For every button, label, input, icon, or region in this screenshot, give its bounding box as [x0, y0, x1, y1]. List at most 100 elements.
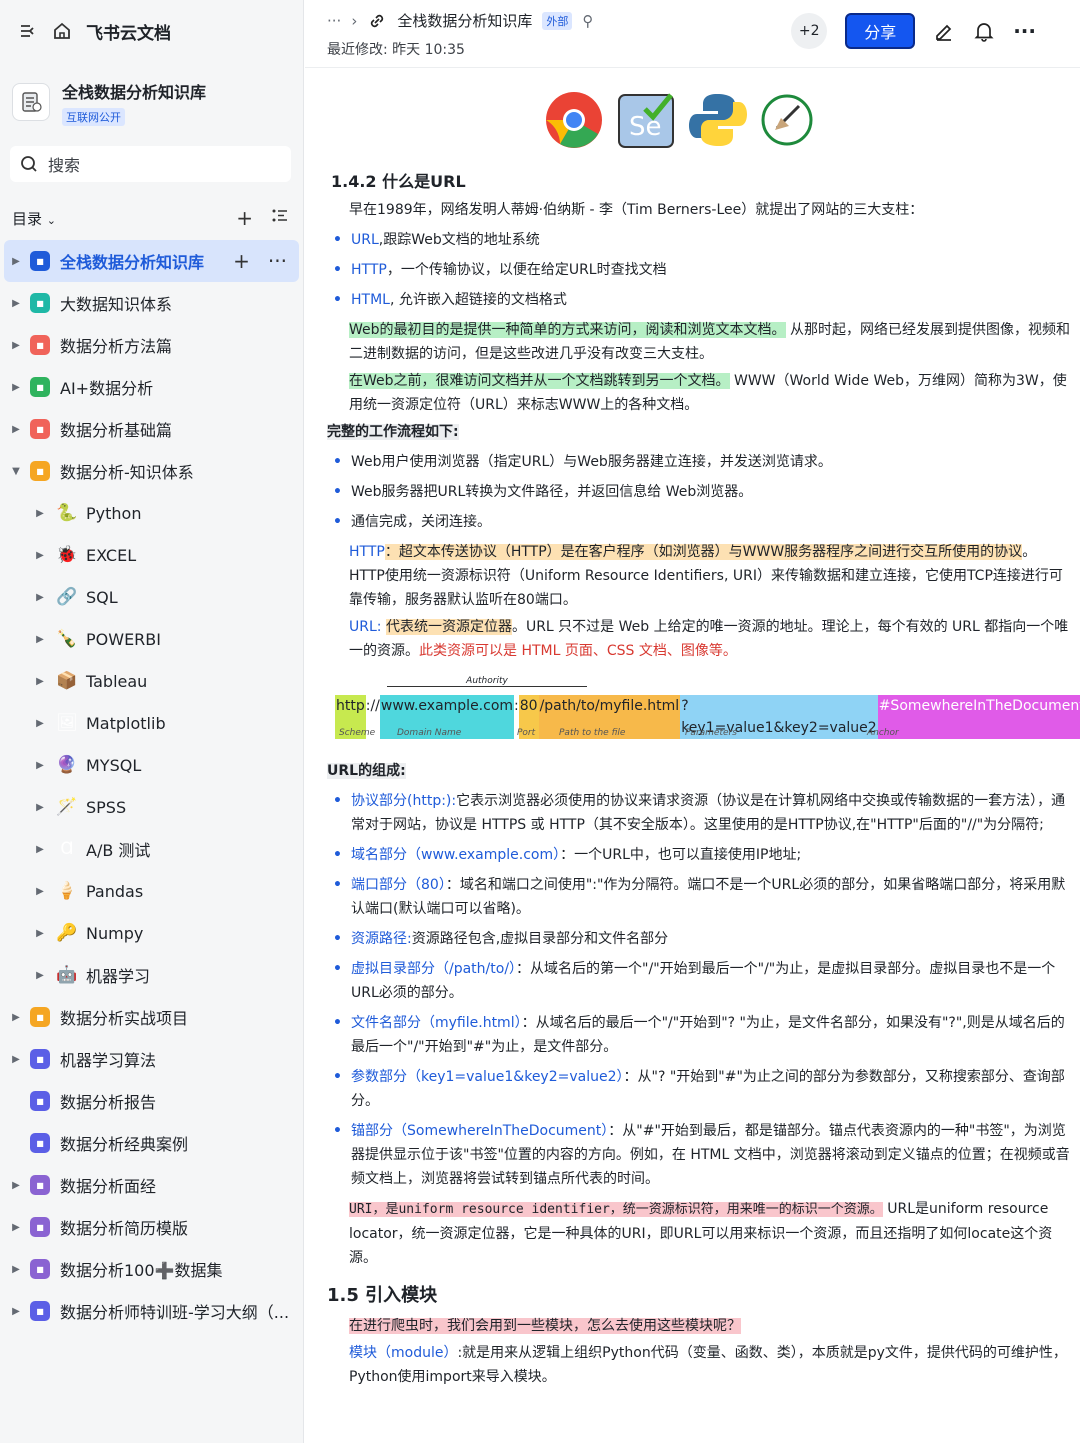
more-options-icon[interactable]: ···	[1013, 19, 1036, 43]
keyword: HTML	[351, 292, 390, 308]
list-item: 端口部分（80）：域名和端口之间使用":"作为分隔符。端口不是一个URL必须的部…	[327, 873, 1070, 921]
sidebar-item[interactable]: ▶ ■ 机器学习算法	[0, 1038, 303, 1080]
caret-right-icon[interactable]: ▶	[32, 676, 48, 687]
chevron-down-icon: ⌄	[46, 213, 57, 227]
caret-right-icon[interactable]: ▶	[32, 886, 48, 897]
sidebar-item[interactable]: ▶ 🐞 EXCEL	[0, 534, 303, 576]
caret-right-icon[interactable]: ▶	[32, 508, 48, 519]
sidebar-item-label: Pandas	[86, 881, 144, 901]
sidebar-item[interactable]: ▶ ■ 数据分析师特训班-学习大纲（...	[0, 1290, 303, 1332]
text: Web用户使用浏览器（指定URL）与Web服务器建立连接，并发送浏览请求。	[351, 454, 832, 470]
sidebar-item-label: 全栈数据分析知识库	[60, 253, 205, 272]
add-page-icon[interactable]: +	[236, 206, 253, 230]
add-child-icon[interactable]: +	[233, 249, 250, 273]
text: Web服务器把URL转换为文件路径，并返回信息给 Web浏览器。	[351, 484, 753, 500]
label-port: Port	[517, 728, 536, 738]
search-icon	[20, 155, 38, 173]
pin-icon[interactable]: ⚲	[582, 12, 593, 30]
paragraph: 早在1989年，网络发明人蒂姆·伯纳斯 - 李（Tim Berners-Lee）…	[349, 202, 924, 218]
caret-right-icon[interactable]: ▶	[32, 970, 48, 981]
sidebar-item[interactable]: ▶ ■ 数据分析方法篇	[0, 324, 303, 366]
keyword: 域名部分（www.example.com）	[351, 847, 561, 863]
sidebar-item[interactable]: ▶ 🐍 Python	[0, 492, 303, 534]
list-icon: ■	[30, 1217, 50, 1237]
knowledge-space[interactable]: 全栈数据分析知识库 互联网公开	[0, 62, 303, 142]
sidebar-item[interactable]: ▶ 🔮 MYSQL	[0, 744, 303, 786]
caret-right-icon[interactable]: ▶	[8, 1180, 24, 1191]
caret-right-icon[interactable]: ▶	[32, 760, 48, 771]
outline-list-icon[interactable]	[271, 206, 289, 230]
sidebar-item[interactable]: ▼ ■ 数据分析-知识体系	[0, 450, 303, 492]
sidebar-item[interactable]: ▶ ■ 数据分析基础篇	[0, 408, 303, 450]
sidebar-item[interactable]: ▶ Ɑ A/B 测试	[0, 828, 303, 870]
space-title: 全栈数据分析知识库	[62, 82, 207, 102]
more-icon[interactable]: ···	[268, 249, 287, 273]
url-anatomy-figure: Authority http :// www.example.com : 80 …	[335, 677, 1080, 749]
toc-header: 目录 ⌄ +	[0, 198, 303, 238]
sidebar-item[interactable]: ■ 数据分析报告	[0, 1080, 303, 1122]
home-icon[interactable]	[52, 21, 72, 41]
caret-down-icon[interactable]: ▼	[8, 466, 24, 477]
sidebar-item[interactable]: ■ 数据分析经典案例	[0, 1122, 303, 1164]
caret-right-icon[interactable]: ▶	[8, 1264, 24, 1275]
sidebar-item[interactable]: ▶ ■ 数据分析简历模版	[0, 1206, 303, 1248]
caret-right-icon[interactable]: ▶	[8, 382, 24, 393]
sidebar-item-label: Tableau	[86, 671, 148, 691]
sidebar-item[interactable]: ▶ 🔗 SQL	[0, 576, 303, 618]
sidebar-item[interactable]: ▶ 🖼 Matplotlib	[0, 702, 303, 744]
caret-right-icon[interactable]: ▶	[32, 928, 48, 939]
main-content: ··· › 全栈数据分析知识库 外部 ⚲ 最近修改: 昨天 10:35 +2 分…	[305, 0, 1080, 1443]
collapse-sidebar-icon[interactable]	[18, 21, 38, 41]
caret-right-icon[interactable]: ▶	[32, 550, 48, 561]
list-item: 协议部分(http:):它表示浏览器必须使用的协议来请求资源（协议是在计算机网络…	[327, 789, 1070, 837]
c-icon: Ɑ	[60, 839, 74, 859]
sidebar-item[interactable]: ▶ ■ 全栈数据分析知识库 + ···	[4, 240, 299, 282]
sidebar-item[interactable]: ▶ 🔑 Numpy	[0, 912, 303, 954]
sidebar-item-label: 大数据知识体系	[60, 295, 173, 314]
sidebar-item[interactable]: ▶ ■ 大数据知识体系	[0, 282, 303, 324]
caret-right-icon[interactable]: ▶	[8, 1222, 24, 1233]
caret-right-icon[interactable]: ▶	[32, 634, 48, 645]
sidebar-item[interactable]: ▶ 🪄 SPSS	[0, 786, 303, 828]
list-icon: ■	[30, 1259, 50, 1279]
doc-title[interactable]: 全栈数据分析知识库	[397, 10, 532, 31]
list-icon: ■	[30, 1175, 50, 1195]
label-params: Parameters	[685, 728, 737, 738]
link-icon: ■	[30, 251, 50, 271]
caret-right-icon[interactable]: ▶	[32, 802, 48, 813]
bell-icon[interactable]	[973, 20, 995, 42]
caret-right-icon[interactable]: ▶	[8, 424, 24, 435]
collaborators-count[interactable]: +2	[791, 13, 828, 49]
caret-right-icon[interactable]: ▶	[8, 340, 24, 351]
search-box[interactable]: 搜索	[10, 146, 291, 182]
window-icon: ■	[30, 1091, 50, 1111]
toc-dropdown[interactable]: 目录 ⌄	[12, 208, 56, 229]
bottle-icon: 🍾	[56, 629, 78, 649]
caret-right-icon[interactable]: ▶	[8, 1012, 24, 1023]
sidebar-item[interactable]: ▶ ■ 数据分析面经	[0, 1164, 303, 1206]
sidebar-item-label: 机器学习算法	[60, 1051, 157, 1070]
caret-right-icon[interactable]: ▶	[32, 844, 48, 855]
breadcrumb-more-button[interactable]: ···	[327, 12, 341, 30]
url-anchor: #SomewhereInTheDocument	[877, 695, 1080, 739]
caret-right-icon[interactable]: ▶	[8, 1054, 24, 1065]
sidebar-item[interactable]: ▶ 🍦 Pandas	[0, 870, 303, 912]
sidebar-item[interactable]: ▶ ■ AI+数据分析	[0, 366, 303, 408]
sidebar-item[interactable]: ▶ 📦 Tableau	[0, 660, 303, 702]
paragraph: 完整的工作流程如下:	[327, 420, 1070, 444]
caret-right-icon[interactable]: ▶	[32, 718, 48, 729]
sidebar-item[interactable]: ▶ 🤖 机器学习	[0, 954, 303, 996]
search-label: 搜索	[48, 156, 81, 175]
edit-icon[interactable]	[933, 20, 955, 42]
caret-right-icon[interactable]: ▶	[8, 1306, 24, 1317]
sidebar-item[interactable]: ▶ ■ 数据分析100➕数据集	[0, 1248, 303, 1290]
caret-right-icon[interactable]: ▶	[8, 298, 24, 309]
sidebar-item[interactable]: ▶ ■ 数据分析实战项目	[0, 996, 303, 1038]
sidebar-item[interactable]: ▶ 🍾 POWERBI	[0, 618, 303, 660]
share-button[interactable]: 分享	[845, 13, 916, 49]
caret-right-icon[interactable]: ▶	[32, 592, 48, 603]
caret-right-icon[interactable]: ▶	[8, 256, 24, 267]
highlight: ：超文本传送协议（HTTP）是在客户程序（如浏览器）与WWW服务器程序之间进行交…	[384, 544, 1023, 560]
app-name[interactable]: 飞书云文档	[86, 19, 171, 44]
text: 资源路径包含,虚拟目录部分和文件名部分	[411, 931, 669, 947]
